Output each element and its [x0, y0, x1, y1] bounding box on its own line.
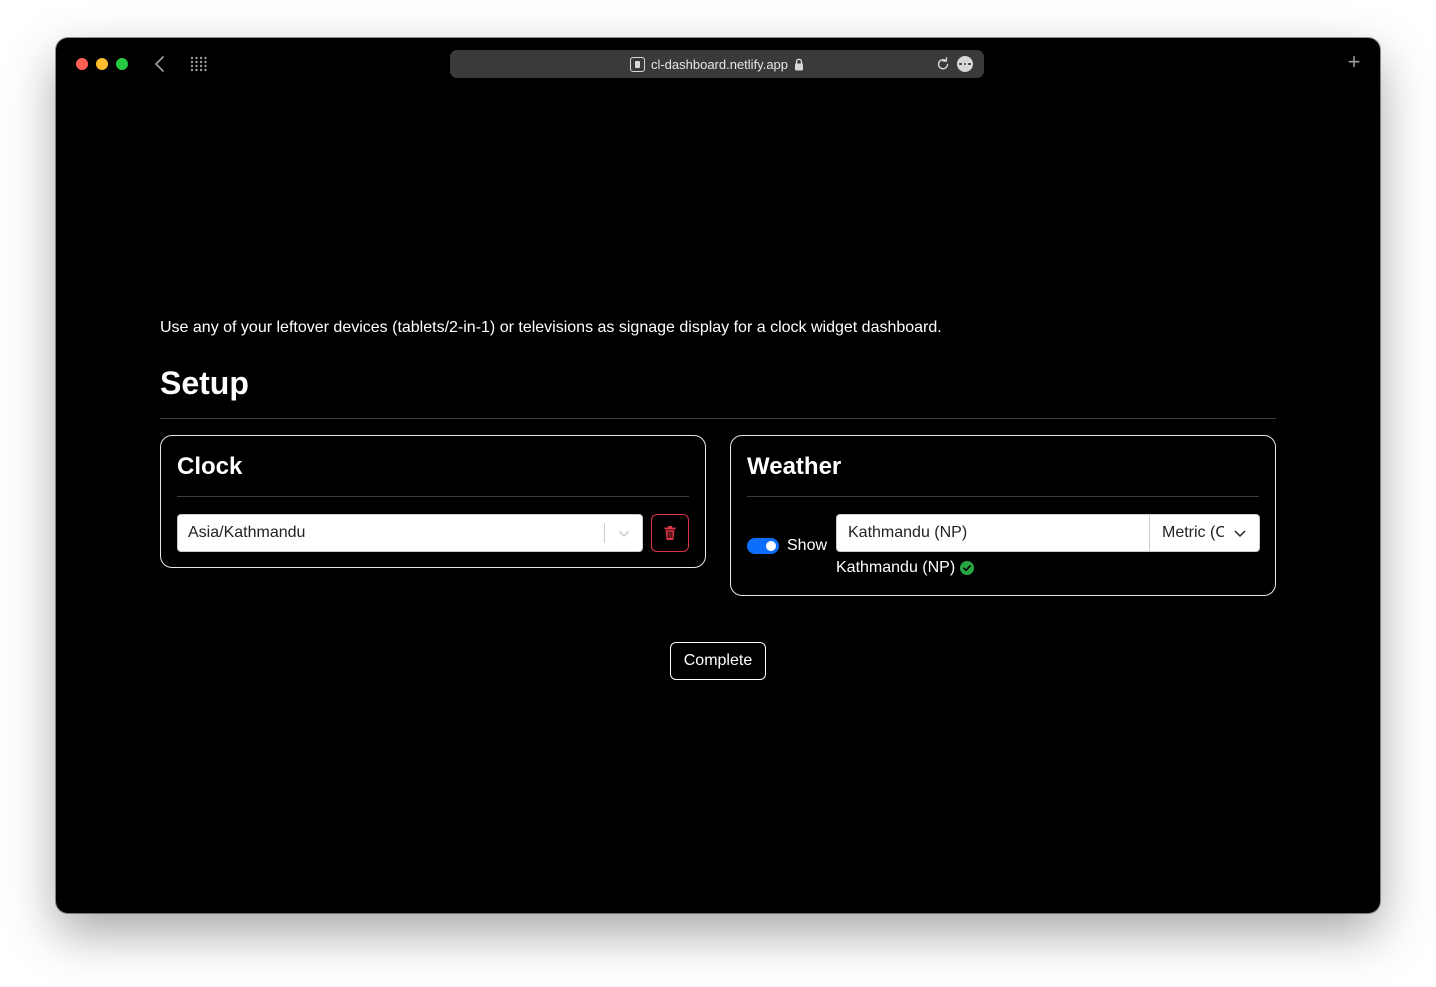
resolved-location-text: Kathmandu (NP) — [836, 559, 956, 576]
resolved-location: Kathmandu (NP) — [836, 558, 975, 578]
timezone-select[interactable]: Asia/Kathmandu — [177, 514, 643, 552]
lock-icon — [795, 58, 804, 70]
clock-card-title: Clock — [177, 453, 243, 480]
weather-card: Weather Show Metric (C) Kathmandu (NP) — [730, 435, 1276, 596]
select-separator — [604, 523, 605, 543]
new-tab-plus-icon[interactable]: + — [1346, 51, 1362, 73]
weather-card-title: Weather — [747, 453, 842, 480]
show-weather-toggle[interactable] — [747, 538, 779, 554]
intro-text: Use any of your leftover devices (tablet… — [160, 319, 942, 336]
trash-icon — [664, 526, 676, 540]
more-options-icon[interactable] — [957, 56, 973, 72]
back-chevron-icon[interactable] — [152, 53, 168, 75]
page-title: Setup — [160, 365, 249, 401]
units-value: Metric (C) — [1162, 524, 1224, 541]
location-input[interactable] — [836, 514, 1150, 552]
zoom-window-button[interactable] — [116, 58, 128, 70]
setup-page: Use any of your leftover devices (tablet… — [160, 318, 1276, 596]
toggle-knob — [766, 541, 776, 551]
complete-button[interactable]: Complete — [670, 642, 766, 680]
show-label: Show — [787, 537, 828, 554]
chevron-down-icon[interactable] — [616, 525, 632, 541]
url-text: cl-dashboard.netlify.app — [650, 56, 789, 72]
address-bar[interactable]: cl-dashboard.netlify.app — [450, 50, 984, 78]
widget-cards: Clock Asia/Kathmandu Weather Show Kathma… — [160, 435, 1276, 596]
delete-clock-button[interactable] — [651, 514, 689, 552]
title-divider — [160, 418, 1276, 419]
minimize-window-button[interactable] — [96, 58, 108, 70]
check-circle-icon — [960, 561, 975, 575]
tab-overview-grid-icon[interactable] — [190, 56, 208, 72]
title-bar: cl-dashboard.netlify.app + — [56, 38, 1380, 90]
close-window-button[interactable] — [76, 58, 88, 70]
browser-window: cl-dashboard.netlify.app + Use any of yo… — [56, 38, 1380, 913]
units-select[interactable]: Metric (C) — [1149, 514, 1260, 552]
page-icon — [629, 56, 645, 72]
card-divider — [747, 496, 1259, 497]
chevron-down-icon — [1234, 530, 1246, 538]
timezone-value: Asia/Kathmandu — [188, 524, 306, 541]
card-divider — [177, 496, 689, 497]
reload-icon[interactable] — [935, 56, 951, 72]
clock-card: Clock Asia/Kathmandu — [160, 435, 706, 568]
